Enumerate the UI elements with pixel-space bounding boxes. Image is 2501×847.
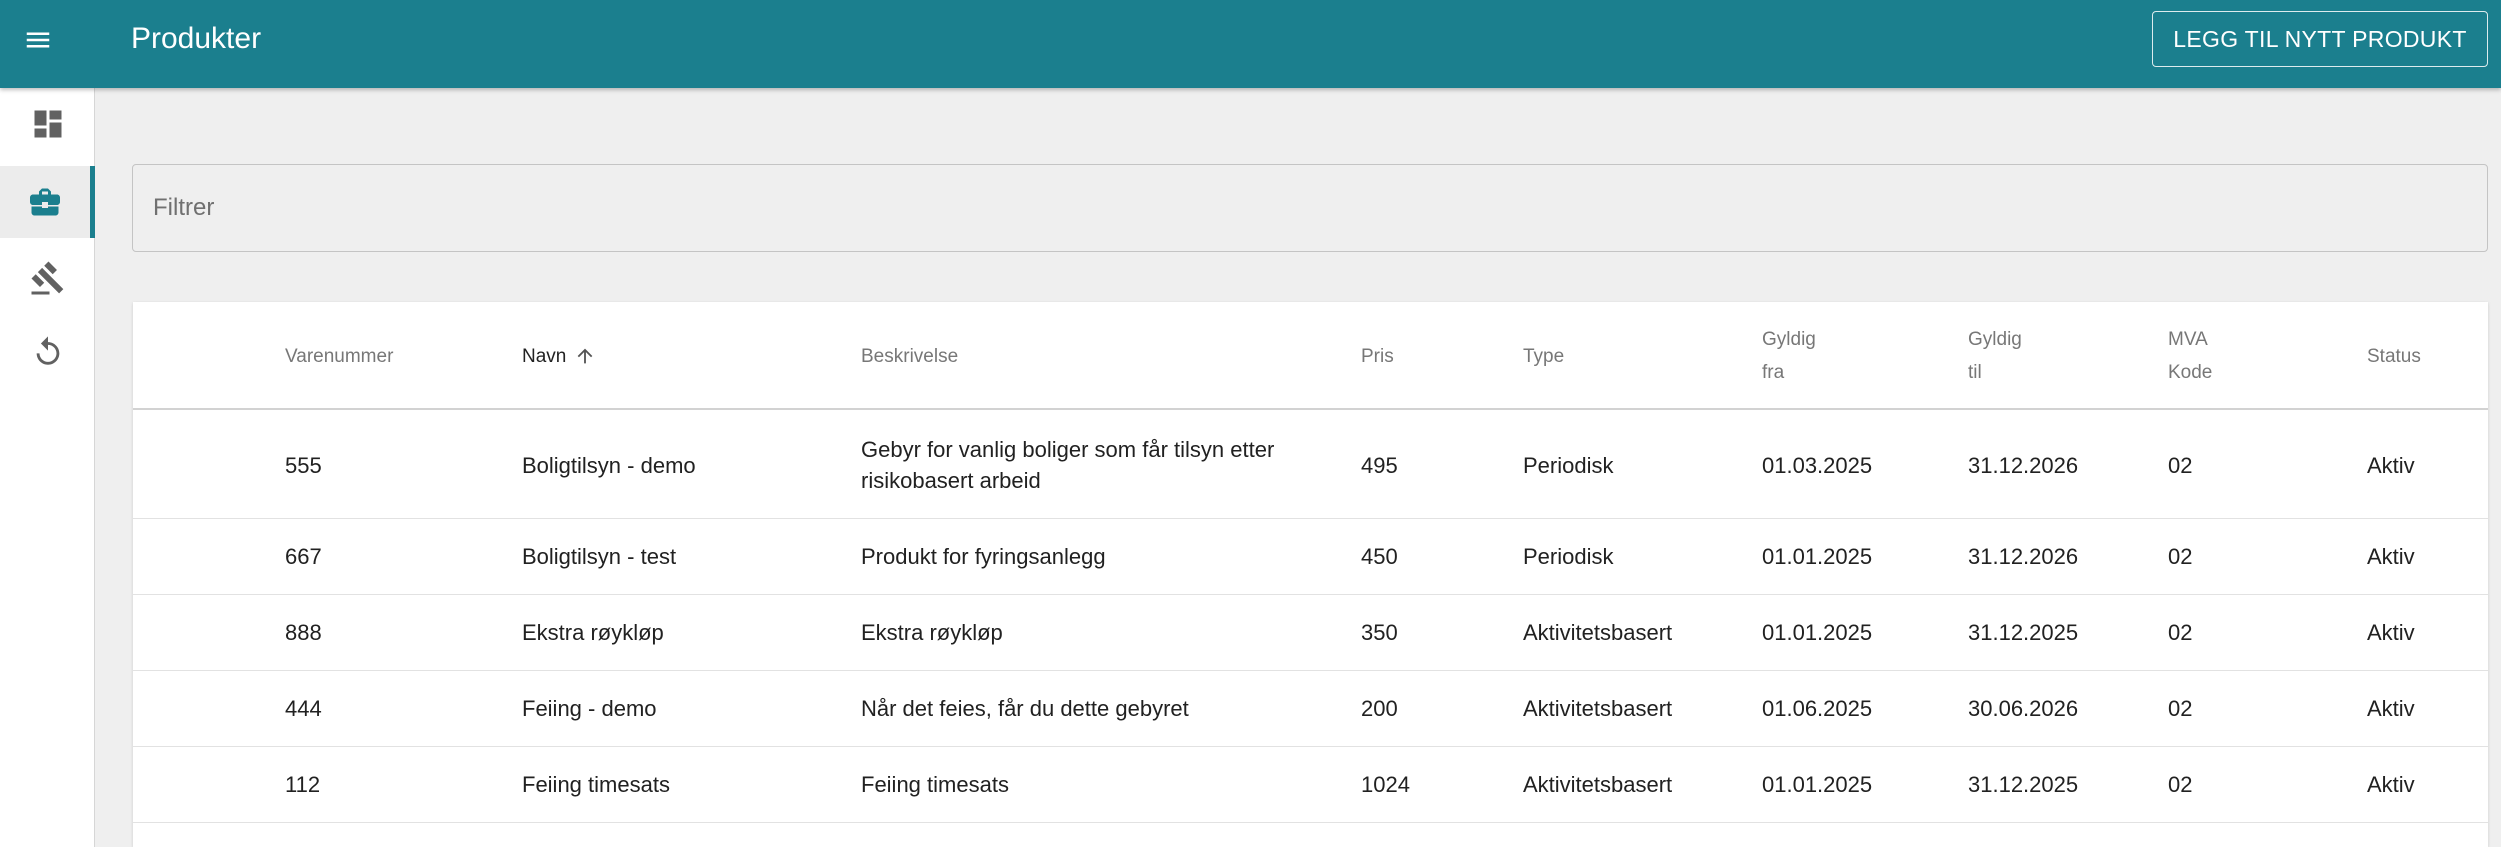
sort-arrow-up-icon xyxy=(574,345,596,367)
gavel-icon xyxy=(30,261,63,295)
cell-type: Aktivitetsbasert xyxy=(1523,696,1673,721)
history-icon xyxy=(36,336,59,365)
cell-gyldig-fra: 01.01.2025 xyxy=(1762,772,1873,797)
cell-gyldig-fra: 01.01.2025 xyxy=(1762,620,1873,645)
table-row[interactable]: 888 Ekstra røykløp Ekstra røykløp 350 Ak… xyxy=(133,595,2488,671)
cell-pris: 450 xyxy=(1361,544,1398,569)
page-title: Produkter xyxy=(131,22,262,55)
column-header-gyldig-fra[interactable]: Gyldig fra xyxy=(1762,302,1816,410)
cell-mva-kode: 02 xyxy=(2168,772,2193,797)
cell-beskrivelse: Når det feies, får du dette gebyret xyxy=(861,696,1189,721)
cell-beskrivelse: Feiing timesats xyxy=(861,772,1009,797)
cell-pris: 495 xyxy=(1361,452,1398,478)
cell-mva-kode: 02 xyxy=(2168,696,2193,721)
cell-type: Aktivitetsbasert xyxy=(1523,620,1673,645)
column-header-label-line: fra xyxy=(1762,362,1785,383)
cell-gyldig-til: 31.12.2026 xyxy=(1968,544,2079,569)
app-bar: Produkter LEGG TIL NYTT PRODUKT xyxy=(0,0,2501,88)
cell-navn: Boligtilsyn - demo xyxy=(522,452,696,478)
cell-status: Aktiv xyxy=(2367,620,2415,645)
sidebar-item-regulations[interactable] xyxy=(0,242,95,314)
cell-gyldig-til: 30.06.2026 xyxy=(1968,696,2079,721)
cell-status: Aktiv xyxy=(2367,544,2415,569)
column-header-type[interactable]: Type xyxy=(1523,302,1564,410)
cell-varenummer: 112 xyxy=(285,772,321,797)
briefcase-icon xyxy=(30,188,60,216)
cell-beskrivelse: Gebyr for vanlig boliger som får tilsyn … xyxy=(861,437,1275,493)
column-header-varenummer[interactable]: Varenummer xyxy=(285,302,393,410)
table-row[interactable]: 667 Boligtilsyn - test Produkt for fyrin… xyxy=(133,519,2488,595)
cell-varenummer: 888 xyxy=(285,620,322,645)
cell-type: Periodisk xyxy=(1523,544,1614,569)
sidebar-nav xyxy=(0,88,95,847)
cell-navn: Feiing timesats xyxy=(522,772,670,797)
cell-status: Aktiv xyxy=(2367,772,2415,797)
column-header-label-line: Gyldig xyxy=(1762,329,1816,350)
cell-status: Aktiv xyxy=(2367,696,2415,721)
column-header-pris[interactable]: Pris xyxy=(1361,302,1394,410)
cell-gyldig-til: 31.12.2025 xyxy=(1968,620,2079,645)
table-row[interactable]: 555 Boligtilsyn - demo Gebyr for vanlig … xyxy=(133,412,2488,519)
cell-navn: Ekstra røykløp xyxy=(522,620,664,645)
column-header-navn[interactable]: Navn xyxy=(522,302,596,410)
table-row[interactable]: 112 Feiing timesats Feiing timesats 1024… xyxy=(133,747,2488,823)
sidebar-item-dashboard[interactable] xyxy=(0,88,95,160)
cell-navn: Boligtilsyn - test xyxy=(522,544,677,569)
cell-pris: 1024 xyxy=(1361,772,1410,797)
cell-pris: 350 xyxy=(1361,620,1398,645)
cell-mva-kode: 02 xyxy=(2168,544,2193,569)
sidebar-item-products[interactable] xyxy=(0,166,95,238)
table-header: Varenummer Navn Beskrivelse Pris Type Gy… xyxy=(133,302,2488,410)
column-header-gyldig-til[interactable]: Gyldig til xyxy=(1968,302,2022,410)
cell-gyldig-fra: 01.03.2025 xyxy=(1762,452,1873,478)
hamburger-menu-button[interactable] xyxy=(14,16,62,64)
cell-varenummer: 667 xyxy=(285,544,322,569)
cell-gyldig-til: 31.12.2026 xyxy=(1968,452,2079,478)
cell-varenummer: 444 xyxy=(285,696,322,721)
sidebar-item-history[interactable] xyxy=(0,316,95,388)
cell-gyldig-fra: 01.01.2025 xyxy=(1762,544,1873,569)
cell-mva-kode: 02 xyxy=(2168,620,2193,645)
cell-type: Aktivitetsbasert xyxy=(1523,772,1673,797)
cell-beskrivelse: Produkt for fyringsanlegg xyxy=(861,544,1106,569)
cell-mva-kode: 02 xyxy=(2168,452,2193,478)
cell-pris: 200 xyxy=(1361,696,1398,721)
cell-status: Aktiv xyxy=(2367,452,2415,478)
cell-varenummer: 555 xyxy=(285,452,322,478)
hamburger-menu-icon xyxy=(26,32,50,48)
column-header-status[interactable]: Status xyxy=(2367,302,2421,410)
cell-gyldig-fra: 01.06.2025 xyxy=(1762,696,1873,721)
column-header-label: Navn xyxy=(522,345,567,367)
column-header-label-line: Kode xyxy=(2168,362,2213,383)
column-header-mva-kode[interactable]: MVA Kode xyxy=(2168,302,2212,410)
add-product-button[interactable]: LEGG TIL NYTT PRODUKT xyxy=(2152,11,2488,67)
column-header-label-line: MVA xyxy=(2168,329,2208,350)
products-table: Varenummer Navn Beskrivelse Pris Type Gy… xyxy=(133,302,2488,847)
cell-navn: Feiing - demo xyxy=(522,696,657,721)
filter-input[interactable]: Filtrer xyxy=(132,164,2488,252)
column-header-label-line: til xyxy=(1968,362,1982,383)
cell-type: Periodisk xyxy=(1523,452,1614,478)
table-row[interactable]: 444 Feiing - demo Når det feies, får du … xyxy=(133,671,2488,747)
column-header-label-line: Gyldig xyxy=(1968,329,2022,350)
column-header-beskrivelse[interactable]: Beskrivelse xyxy=(861,302,958,410)
cell-beskrivelse: Ekstra røykløp xyxy=(861,620,1003,645)
dashboard-icon xyxy=(34,110,61,138)
cell-gyldig-til: 31.12.2025 xyxy=(1968,772,2079,797)
